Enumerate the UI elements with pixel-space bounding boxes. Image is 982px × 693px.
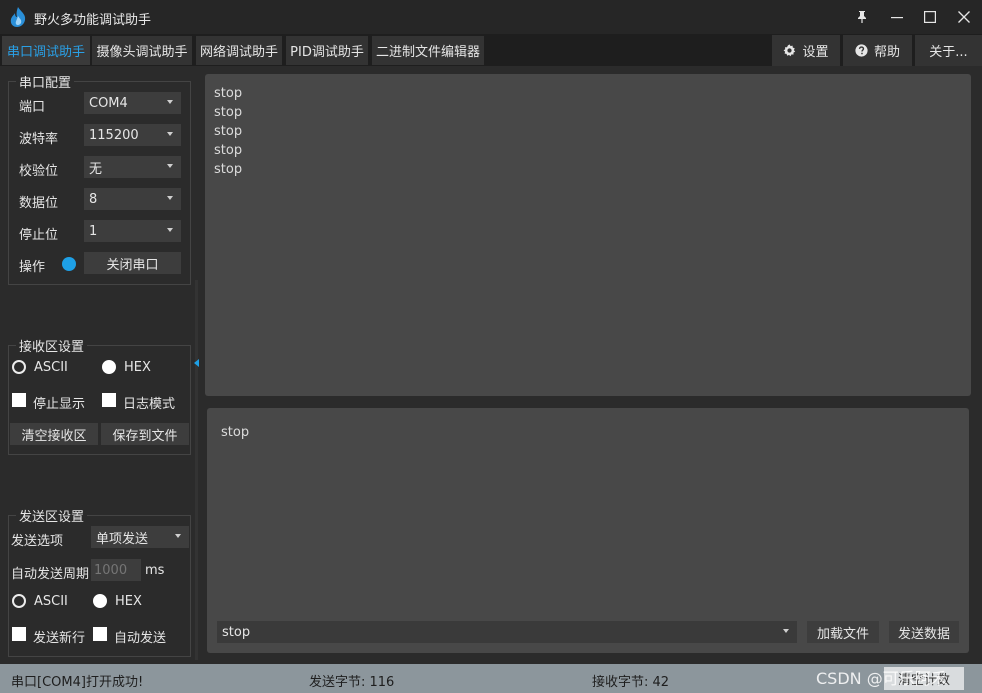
gear-icon [784, 44, 796, 57]
send-newline-label: 发送新行 [33, 631, 86, 646]
close-button[interactable] [947, 0, 981, 34]
collapse-arrow-icon[interactable] [194, 359, 199, 367]
save-to-file-button[interactable]: 保存到文件 [101, 423, 189, 445]
log-mode-checkbox[interactable] [102, 393, 116, 407]
send-ascii-radio[interactable] [12, 594, 26, 608]
pin-icon [858, 11, 866, 23]
baud-select[interactable]: 115200 [84, 124, 181, 146]
tab-camera-assistant[interactable]: 摄像头调试助手 [92, 36, 192, 65]
chevron-down-icon [167, 132, 173, 136]
tab-network-assistant[interactable]: 网络调试助手 [196, 36, 282, 65]
send-option-label: 发送选项 [11, 534, 64, 549]
auto-period-label: 自动发送周期 [11, 567, 90, 582]
stopbits-label: 停止位 [19, 228, 59, 243]
status-message: 串口[COM4]打开成功! [11, 675, 144, 690]
parity-label: 校验位 [19, 164, 59, 179]
help-button[interactable]: 帮助 [843, 35, 912, 66]
window-title: 野火多功能调试助手 [34, 13, 152, 28]
maximize-icon [924, 11, 936, 23]
stop-display-label: 停止显示 [33, 397, 86, 412]
maximize-button[interactable] [913, 0, 947, 34]
baud-label: 波特率 [19, 132, 59, 147]
receive-text-area[interactable] [205, 74, 971, 396]
send-option-value: 单项发送 [96, 531, 149, 547]
databits-select[interactable]: 8 [84, 188, 181, 210]
chevron-down-icon [167, 196, 173, 200]
close-port-button[interactable]: 关闭串口 [84, 252, 181, 274]
receive-line: stop [214, 162, 243, 177]
receive-line: stop [214, 124, 243, 139]
send-text: stop [221, 425, 250, 440]
recv-settings-title: 接收区设置 [16, 336, 88, 355]
panel-scrollbar-track[interactable] [195, 280, 198, 660]
flame-logo-icon [10, 7, 26, 27]
port-select[interactable]: COM4 [84, 92, 181, 114]
send-ascii-label: ASCII [34, 594, 68, 609]
tab-serial-assistant[interactable]: 串口调试助手 [2, 36, 90, 65]
stopbits-select[interactable]: 1 [84, 220, 181, 242]
send-settings-title: 发送区设置 [16, 506, 88, 525]
send-text-area[interactable] [207, 408, 969, 653]
databits-label: 数据位 [19, 196, 59, 211]
auto-period-input[interactable] [91, 559, 141, 581]
log-mode-label: 日志模式 [123, 397, 176, 412]
receive-line: stop [214, 86, 243, 101]
stop-display-checkbox[interactable] [12, 393, 26, 407]
tab-pid-assistant[interactable]: PID调试助手 [286, 36, 368, 65]
send-history-select[interactable]: stop [217, 621, 797, 643]
operation-label: 操作 [19, 260, 46, 275]
send-history-value: stop [222, 624, 251, 640]
clear-recv-button[interactable]: 清空接收区 [10, 423, 98, 445]
load-file-button[interactable]: 加载文件 [807, 621, 879, 643]
port-status-indicator [62, 257, 76, 271]
parity-value: 无 [89, 161, 103, 177]
chevron-down-icon [167, 164, 173, 168]
tab-binary-editor[interactable]: 二进制文件编辑器 [372, 36, 484, 65]
send-option-select[interactable]: 单项发送 [91, 526, 189, 548]
send-hex-label: HEX [115, 594, 142, 609]
recv-ascii-radio[interactable] [12, 360, 26, 374]
settings-label: 设置 [802, 45, 829, 60]
parity-select[interactable]: 无 [84, 156, 181, 178]
recv-hex-label: HEX [124, 360, 151, 375]
recv-ascii-label: ASCII [34, 360, 68, 375]
period-unit-label: ms [145, 563, 165, 578]
minimize-icon [891, 17, 903, 19]
auto-send-label: 自动发送 [114, 631, 167, 646]
chevron-down-icon [175, 534, 181, 538]
auto-send-checkbox[interactable] [93, 627, 107, 641]
baud-value: 115200 [89, 127, 139, 143]
pin-button[interactable] [845, 0, 879, 34]
about-button[interactable]: 关于... [915, 35, 982, 66]
help-label: 帮助 [873, 45, 900, 60]
recv-hex-radio[interactable] [102, 360, 116, 374]
stopbits-value: 1 [89, 223, 98, 239]
settings-button[interactable]: 设置 [772, 35, 840, 66]
help-circle-icon [855, 44, 868, 57]
recv-bytes-counter: 接收字节: 42 [592, 675, 670, 690]
about-label: 关于... [929, 45, 968, 60]
sent-bytes-counter: 发送字节: 116 [309, 675, 395, 690]
minimize-button[interactable] [880, 0, 914, 34]
receive-line: stop [214, 143, 243, 158]
port-value: COM4 [89, 95, 128, 111]
receive-line: stop [214, 105, 243, 120]
serial-config-title: 串口配置 [16, 72, 75, 91]
send-data-button[interactable]: 发送数据 [889, 621, 959, 643]
chevron-down-icon [783, 629, 789, 633]
watermark: CSDN @可乐阿禾 [816, 669, 947, 688]
chevron-down-icon [167, 100, 173, 104]
chevron-down-icon [167, 228, 173, 232]
send-newline-checkbox[interactable] [12, 627, 26, 641]
port-label: 端口 [19, 100, 46, 115]
databits-value: 8 [89, 191, 98, 207]
send-hex-radio[interactable] [93, 594, 107, 608]
close-icon [958, 11, 970, 23]
